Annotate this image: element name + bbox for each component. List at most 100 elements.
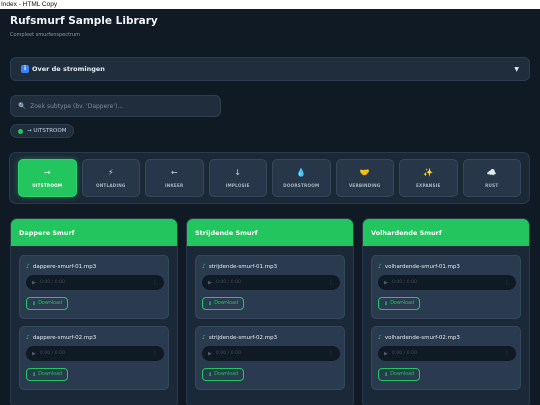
column-title: Strijdende Smurf xyxy=(187,219,353,246)
cloud-icon: ☁️ xyxy=(486,167,497,177)
download-label: Download xyxy=(214,372,239,377)
music-note-icon: ♪ xyxy=(26,334,30,341)
search-icon: 🔍 xyxy=(18,102,27,110)
sample-card: ♪ volhardende-smurf-02.mp3 ▶ 0:00 / 0:00 ⋮ … xyxy=(371,326,521,390)
more-options-icon[interactable]: ⋮ xyxy=(328,350,334,357)
flow-tabs: → UITSTROOM ⚡ ONTLADING ← INKEER ↓ IMPLO… xyxy=(9,152,530,204)
sparkles-icon: ✨ xyxy=(423,167,434,177)
audio-player[interactable]: ▶ 0:00 / 0:00 ⋮ xyxy=(202,275,340,290)
download-icon: ⬇ xyxy=(384,371,389,378)
handshake-icon: 🤝 xyxy=(359,167,370,177)
window-title: Index - HTML Copy xyxy=(0,0,540,9)
more-options-icon[interactable]: ⋮ xyxy=(504,350,510,357)
subtype-column: Strijdende Smurf ♪ strijdende-smurf-01.mp… xyxy=(186,218,354,405)
download-label: Download xyxy=(214,301,239,306)
audio-player[interactable]: ▶ 0:00 / 0:00 ⋮ xyxy=(378,346,516,361)
download-icon: ⬇ xyxy=(208,300,213,307)
player-time: 0:00 / 0:00 xyxy=(391,280,417,285)
sample-card: ♪ volhardende-smurf-01.mp3 ▶ 0:00 / 0:00 ⋮ … xyxy=(371,255,521,319)
download-icon: ⬇ xyxy=(384,300,389,307)
download-label: Download xyxy=(390,372,415,377)
tab-label: DOORSTROOM xyxy=(283,182,320,188)
download-button[interactable]: ⬇ Download xyxy=(202,297,245,310)
download-label: Download xyxy=(390,301,415,306)
download-label: Download xyxy=(38,372,63,377)
sample-card: ♪ dappere-smurf-01.mp3 ▶ 0:00 / 0:00 ⋮ ⬇ Dow… xyxy=(19,255,169,319)
download-button[interactable]: ⬇ Download xyxy=(26,368,69,381)
accordion-label: Over de stromingen xyxy=(32,65,105,73)
tab-label: IMPLOSIE xyxy=(225,182,250,188)
music-note-icon: ♪ xyxy=(378,334,382,341)
download-icon: ⬇ xyxy=(208,371,213,378)
player-time: 0:00 / 0:00 xyxy=(215,280,241,285)
tab-label: EXPANSIE xyxy=(415,182,441,188)
sample-card: ♪ dappere-smurf-02.mp3 ▶ 0:00 / 0:00 ⋮ ⬇ Dow… xyxy=(19,326,169,390)
download-button[interactable]: ⬇ Download xyxy=(378,297,421,310)
download-button[interactable]: ⬇ Download xyxy=(378,368,421,381)
arrow-left-icon: ← xyxy=(170,167,178,177)
audio-player[interactable]: ▶ 0:00 / 0:00 ⋮ xyxy=(26,346,164,361)
caret-down-icon: ▼ xyxy=(514,65,519,73)
arrow-down-icon: ↓ xyxy=(234,167,242,177)
download-label: Download xyxy=(38,301,63,306)
arrow-right-icon: → xyxy=(43,167,51,177)
more-options-icon[interactable]: ⋮ xyxy=(152,350,158,357)
play-icon[interactable]: ▶ xyxy=(32,351,36,357)
file-name: strijdende-smurf-01.mp3 xyxy=(208,263,278,270)
player-time: 0:00 / 0:00 xyxy=(391,351,417,356)
play-icon[interactable]: ▶ xyxy=(208,280,212,286)
audio-player[interactable]: ▶ 0:00 / 0:00 ⋮ xyxy=(26,275,164,290)
sample-card: ♪ strijdende-smurf-01.mp3 ▶ 0:00 / 0:00 ⋮ ⬇… xyxy=(195,255,345,319)
search-input[interactable] xyxy=(30,102,211,110)
player-time: 0:00 / 0:00 xyxy=(39,351,65,356)
download-button[interactable]: ⬇ Download xyxy=(26,297,69,310)
music-note-icon: ♪ xyxy=(26,263,30,270)
tab-doorstroom[interactable]: 💧 DOORSTROOM xyxy=(272,159,331,197)
audio-player[interactable]: ▶ 0:00 / 0:00 ⋮ xyxy=(202,346,340,361)
more-options-icon[interactable]: ⋮ xyxy=(328,279,334,286)
tab-verbinding[interactable]: 🤝 VERBINDING xyxy=(335,159,394,197)
tab-label: RUST xyxy=(485,182,499,188)
droplet-icon: 💧 xyxy=(296,167,307,177)
music-note-icon: ♪ xyxy=(202,263,206,270)
file-name: volhardende-smurf-01.mp3 xyxy=(384,263,460,270)
play-icon[interactable]: ▶ xyxy=(384,351,388,357)
lightning-icon: ⚡ xyxy=(107,167,114,177)
search-box[interactable]: 🔍 xyxy=(10,95,221,117)
tab-inkeer[interactable]: ← INKEER xyxy=(145,159,204,197)
page-title: Rufsmurf Sample Library xyxy=(10,15,158,27)
more-options-icon[interactable]: ⋮ xyxy=(504,279,510,286)
audio-player[interactable]: ▶ 0:00 / 0:00 ⋮ xyxy=(378,275,516,290)
file-name: strijdende-smurf-02.mp3 xyxy=(208,334,278,341)
tab-implosie[interactable]: ↓ IMPLOSIE xyxy=(208,159,267,197)
tab-rust[interactable]: ☁️ RUST xyxy=(462,159,521,197)
subtype-column: Volhardende Smurf ♪ volhardende-smurf-01.… xyxy=(362,218,530,405)
info-icon: i xyxy=(21,65,29,73)
tab-expansie[interactable]: ✨ EXPANSIE xyxy=(399,159,458,197)
download-icon: ⬇ xyxy=(32,300,37,307)
subtype-column: Dappere Smurf ♪ dappere-smurf-01.mp3 ▶ 0:0… xyxy=(10,218,178,405)
more-options-icon[interactable]: ⋮ xyxy=(152,279,158,286)
column-title: Dappere Smurf xyxy=(11,219,177,246)
tab-label: UITSTROOM xyxy=(32,182,63,188)
play-icon[interactable]: ▶ xyxy=(384,280,388,286)
flow-badge: → UITSTROOM xyxy=(10,124,75,138)
tab-ontlading[interactable]: ⚡ ONTLADING xyxy=(81,159,140,197)
music-note-icon: ♪ xyxy=(202,334,206,341)
tab-label: VERBINDING xyxy=(348,182,381,188)
file-name: volhardende-smurf-02.mp3 xyxy=(384,334,460,341)
tab-label: ONTLADING xyxy=(95,182,126,188)
page-header: Rufsmurf Sample Library Compleet smurfen… xyxy=(10,15,158,38)
file-name: dappere-smurf-02.mp3 xyxy=(32,334,97,341)
tab-uitstroom[interactable]: → UITSTROOM xyxy=(18,159,77,197)
download-icon: ⬇ xyxy=(32,371,37,378)
play-icon[interactable]: ▶ xyxy=(208,351,212,357)
tab-label: INKEER xyxy=(165,182,184,188)
page-subtitle: Compleet smurfenspectrum xyxy=(10,32,81,38)
play-icon[interactable]: ▶ xyxy=(32,280,36,286)
streams-accordion[interactable]: i Over de stromingen ▼ xyxy=(10,57,530,81)
download-button[interactable]: ⬇ Download xyxy=(202,368,245,381)
player-time: 0:00 / 0:00 xyxy=(39,280,65,285)
flow-badge-label: → UITSTROOM xyxy=(27,128,67,134)
column-title: Volhardende Smurf xyxy=(363,219,529,246)
